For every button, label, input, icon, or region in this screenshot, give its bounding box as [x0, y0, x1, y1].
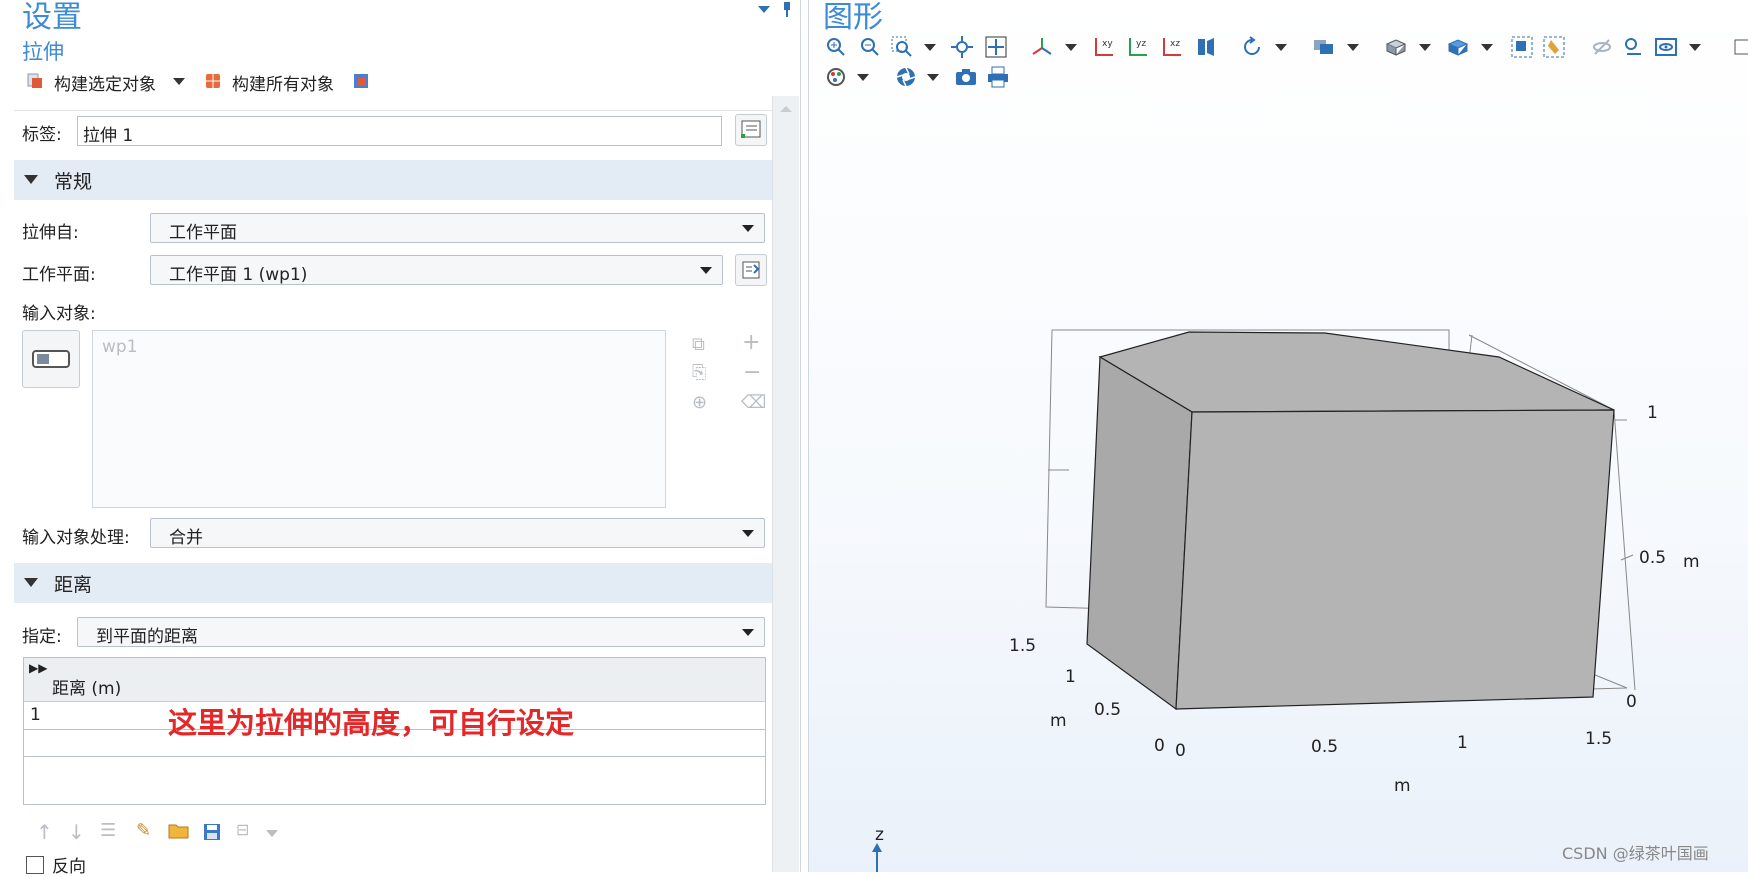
settings-panel: 设置 拉伸 构建选定对象 构建所有对象 标签: 拉伸 1 常规 拉伸自: 工作平…: [0, 0, 801, 877]
extrude-from-select[interactable]: 工作平面: [150, 213, 765, 243]
annotation-text: 这里为拉伸的高度，可自行设定: [168, 706, 575, 740]
save-icon[interactable]: [202, 822, 222, 842]
x-tick-0: 0: [1175, 741, 1186, 761]
panel-menu-chevron-icon[interactable]: [758, 6, 770, 13]
go-to-source-button[interactable]: [735, 254, 767, 286]
axis-triad: z: [872, 825, 884, 872]
activate-selection-button[interactable]: [22, 330, 80, 388]
delete-row-icon[interactable]: ☰: [100, 820, 116, 841]
y-tick-15: 1.5: [1009, 636, 1036, 656]
box-left-face: [1086, 355, 1193, 711]
input-objects-item: wp1: [102, 337, 138, 357]
collapse-triangle-icon: [24, 175, 38, 184]
build-all-icon[interactable]: [204, 72, 222, 90]
label-input[interactable]: 拉伸 1: [77, 116, 722, 146]
table-options-icon[interactable]: ⊟: [236, 820, 249, 839]
workplane-caption: 工作平面:: [22, 265, 96, 285]
chevron-down-icon: [742, 225, 754, 232]
reverse-checkbox[interactable]: [26, 856, 44, 874]
build-selected-button[interactable]: 构建选定对象: [54, 70, 156, 95]
extruded-box: [1086, 331, 1615, 711]
feature-title: 拉伸: [22, 40, 64, 64]
triad-z-label: z: [875, 825, 884, 845]
pin-icon[interactable]: [782, 2, 792, 18]
specify-select[interactable]: 到平面的距离: [77, 617, 765, 647]
remove-icon[interactable]: −: [743, 360, 761, 385]
paste-icon[interactable]: ⎘: [692, 362, 706, 383]
settings-scrollbar[interactable]: [772, 96, 799, 872]
extrude-from-caption: 拉伸自:: [22, 223, 79, 243]
zoom-selection-icon[interactable]: ⊕: [692, 392, 707, 413]
open-folder-icon[interactable]: [168, 822, 190, 840]
table-header-row: ▶▶ 距离 (m): [24, 658, 765, 702]
scroll-up-icon[interactable]: [780, 106, 792, 112]
go-to-source-icon: [742, 261, 760, 279]
chevron-down-icon: [742, 530, 754, 537]
workplane-select[interactable]: 工作平面 1 (wp1): [150, 255, 723, 285]
chevron-down-icon: [700, 267, 712, 274]
add-icon[interactable]: +: [742, 330, 760, 355]
expand-columns-icon[interactable]: ▶▶: [29, 661, 47, 675]
move-up-icon[interactable]: ↑: [36, 820, 53, 844]
label-options-button[interactable]: [735, 114, 767, 146]
toolbar-divider: [14, 110, 772, 111]
box-top-face: [1098, 331, 1615, 413]
input-handling-value: 合并: [169, 528, 203, 548]
graphics-panel: 图形 xy yz xz 0 0.5 1 1.5 m 0 0.5 1 1.5 m …: [808, 0, 1748, 872]
section-general-title: 常规: [54, 171, 93, 193]
z-unit: m: [1683, 552, 1700, 572]
input-objects-caption: 输入对象:: [22, 304, 96, 324]
y-tick-0: 0: [1154, 736, 1165, 756]
input-objects-list[interactable]: wp1: [92, 330, 666, 508]
y-tick-05: 0.5: [1094, 700, 1121, 720]
x-tick-05: 0.5: [1311, 737, 1338, 757]
x-unit: m: [1394, 776, 1411, 796]
reverse-label: 反向: [52, 857, 86, 877]
copy-icon[interactable]: ⧉: [692, 334, 705, 355]
z-tick-0: 0: [1626, 692, 1637, 712]
extrude-from-value: 工作平面: [169, 223, 237, 243]
collapse-triangle-icon: [24, 578, 38, 587]
selection-toggle-icon: [32, 350, 70, 368]
specify-value: 到平面的距离: [96, 627, 198, 647]
build-selected-icon[interactable]: [26, 72, 44, 90]
y-tick-1: 1: [1065, 667, 1076, 687]
x-tick-1: 1: [1457, 733, 1468, 753]
watermark: CSDN @绿茶叶国画: [1562, 844, 1709, 863]
input-handling-select[interactable]: 合并: [150, 518, 765, 548]
section-distance-title: 距离: [54, 574, 93, 596]
workplane-value: 工作平面 1 (wp1): [169, 265, 308, 285]
settings-header: 设置: [22, 0, 82, 35]
z-tick-05: 0.5: [1639, 548, 1666, 568]
clear-selection-icon[interactable]: ⌫: [741, 392, 766, 413]
chevron-down-icon: [742, 629, 754, 636]
list-icon: [741, 120, 761, 138]
label-caption: 标签:: [22, 125, 62, 145]
section-distance[interactable]: 距离: [14, 563, 772, 603]
table-header-distance: 距离 (m): [52, 679, 122, 699]
x-tick-15: 1.5: [1585, 729, 1612, 749]
box-front-face: [1175, 409, 1615, 710]
build-all-button[interactable]: 构建所有对象: [232, 70, 334, 95]
specify-caption: 指定:: [22, 627, 62, 647]
graphics-canvas[interactable]: 0 0.5 1 1.5 m 0 0.5 1 1.5 m 0 0.5 1 m z: [809, 0, 1748, 872]
section-general[interactable]: 常规: [14, 160, 772, 200]
update-icon[interactable]: [352, 72, 370, 90]
table-options-dropdown-icon[interactable]: [266, 830, 278, 837]
build-selected-dropdown-icon[interactable]: [173, 78, 185, 85]
label-input-value: 拉伸 1: [83, 126, 134, 146]
move-down-icon[interactable]: ↓: [68, 820, 85, 844]
table-cell-distance[interactable]: 1: [30, 705, 41, 725]
z-tick-1: 1: [1647, 403, 1658, 423]
input-handling-caption: 输入对象处理:: [22, 528, 130, 548]
clear-table-icon[interactable]: ✎: [136, 820, 151, 841]
y-unit: m: [1050, 711, 1067, 731]
